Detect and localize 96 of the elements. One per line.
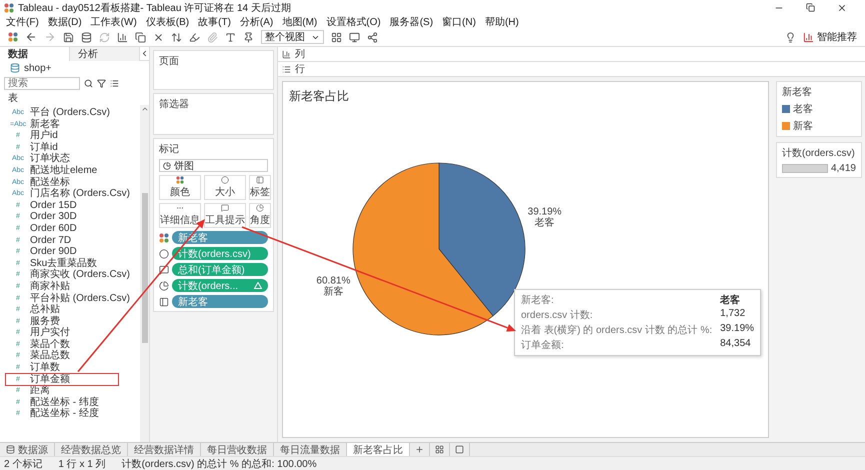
save-icon[interactable] (63, 32, 74, 42)
pin-icon[interactable] (243, 32, 254, 42)
columns-shelf-label: 列 (295, 48, 305, 61)
collapse-icon[interactable] (140, 49, 149, 58)
tooltip-label: orders.csv 计数: (521, 308, 594, 322)
menu-item[interactable]: 地图(M) (282, 14, 318, 28)
lightbulb-icon[interactable] (785, 32, 796, 42)
search-icon[interactable] (84, 79, 93, 88)
sort-icon[interactable] (171, 32, 182, 42)
square-icon (455, 445, 464, 454)
list-icon[interactable] (110, 79, 119, 88)
share-icon[interactable] (367, 32, 378, 42)
grid-icon (435, 445, 444, 454)
mark-property-button[interactable]: 标签 (249, 175, 271, 200)
sheet-tab[interactable]: 新老客占比 (347, 443, 410, 456)
data-source-name[interactable]: shop+ (24, 62, 52, 74)
status-text: 2 个标记 (4, 458, 42, 470)
mark-property-button[interactable]: 大小 (204, 175, 246, 200)
legend-title: 计数(orders.csv) (782, 146, 856, 160)
window-title: Tableau - day0512看板搭建- Tableau 许可证将在 14 天后过期 (18, 2, 292, 14)
tooltip-value: 1,732 (720, 308, 746, 321)
database-icon (6, 445, 15, 454)
pane-tab[interactable]: 数据 (0, 46, 70, 60)
color-dots-icon (175, 176, 185, 184)
paperclip-icon[interactable] (207, 32, 218, 42)
app-logo-icon (4, 2, 14, 12)
columns-icon (282, 50, 291, 58)
pie-icon (163, 162, 171, 170)
status-text: 计数(orders.csv) 的总计 % 的总和: 100.00% (122, 458, 317, 470)
menu-item[interactable]: 数据(D) (48, 14, 82, 28)
search-field[interactable]: 搜索 (4, 77, 80, 90)
tooltip-label: 新老客: (521, 294, 555, 307)
clear-icon[interactable] (153, 32, 164, 42)
menu-item[interactable]: 故事(T) (198, 14, 231, 28)
mark-property-button[interactable]: 角度 (249, 203, 271, 228)
slice-label: 39.19% 老客 (528, 206, 562, 228)
mark-property-button[interactable]: 工具提示 (204, 203, 246, 228)
menu-item[interactable]: 服务器(S) (390, 14, 434, 28)
legend-label[interactable]: 新客 (793, 119, 813, 133)
card-title: 页面 (159, 55, 180, 68)
speech-bubble-icon (159, 264, 169, 274)
pie-icon (159, 280, 169, 290)
rows-icon (282, 64, 291, 74)
menu-item[interactable]: 设置格式(O) (326, 14, 381, 28)
chart-icon (803, 32, 814, 42)
tooltip-label: 沿着 表(横穿) 的 orders.csv 计数 的总计 %: (521, 324, 712, 337)
legend-value: 4,419 (830, 163, 856, 174)
tooltip-value: 84,354 (720, 338, 752, 351)
duplicate-icon[interactable] (135, 32, 146, 42)
text-icon[interactable] (225, 32, 236, 42)
new-sheet-icon[interactable] (117, 32, 128, 42)
tooltip-value: 39.19% (720, 323, 754, 336)
grid-icon[interactable] (331, 32, 342, 42)
panel-icon (255, 176, 265, 184)
restore-icon[interactable] (806, 2, 815, 12)
database-icon[interactable] (81, 32, 92, 42)
view-title: 新老客占比 (289, 88, 350, 105)
tooltip-value: 老客 (720, 293, 742, 307)
menu-item[interactable]: 分析(A) (240, 14, 274, 28)
card-title: 标记 (159, 142, 180, 156)
size-bar (782, 164, 828, 173)
menu-item[interactable]: 仪表板(B) (146, 14, 190, 28)
menu-item[interactable]: 工作表(W) (90, 14, 137, 28)
filter-icon[interactable] (97, 79, 106, 88)
recommend-button[interactable]: 智能推荐 (803, 30, 857, 44)
menu-item[interactable]: 文件(F) (6, 14, 39, 28)
status-text: 1 行 x 1 列 (58, 458, 106, 470)
pie-icon (255, 204, 265, 212)
menu-item[interactable]: 窗口(N) (442, 14, 476, 28)
view-mode-select[interactable]: 整个视图 (261, 30, 324, 44)
mark-type-select[interactable]: 饼图 (159, 159, 268, 172)
rows-shelf-label: 行 (295, 63, 305, 76)
scroll-up-icon[interactable] (140, 105, 148, 113)
plus-icon (415, 445, 424, 454)
mark-property-button[interactable]: 颜色 (159, 175, 201, 200)
close-icon[interactable] (837, 2, 847, 12)
legend-title: 新老客 (782, 86, 813, 99)
tooltip-label: 订单金额: (521, 338, 565, 352)
pane-tab[interactable]: 分析 (70, 46, 140, 60)
panel-icon (159, 296, 169, 306)
pie-slice[interactable] (352, 162, 494, 336)
circle-icon (220, 176, 230, 184)
presentation-icon[interactable] (349, 32, 360, 42)
color-dots-icon (159, 232, 169, 242)
legend-label[interactable]: 老客 (793, 102, 813, 116)
circle-icon (159, 248, 169, 258)
delta-icon (254, 282, 262, 289)
database-icon (10, 63, 20, 73)
back-icon[interactable] (25, 31, 37, 43)
slice-label: 60.81% 新客 (316, 276, 350, 298)
section-heading: 表 (7, 92, 19, 105)
menu-item[interactable]: 帮助(H) (484, 14, 519, 28)
scrollbar-thumb[interactable] (142, 193, 148, 343)
highlighter-icon[interactable] (189, 32, 200, 42)
card-title: 筛选器 (159, 98, 190, 111)
speech-bubble-icon (220, 204, 230, 212)
